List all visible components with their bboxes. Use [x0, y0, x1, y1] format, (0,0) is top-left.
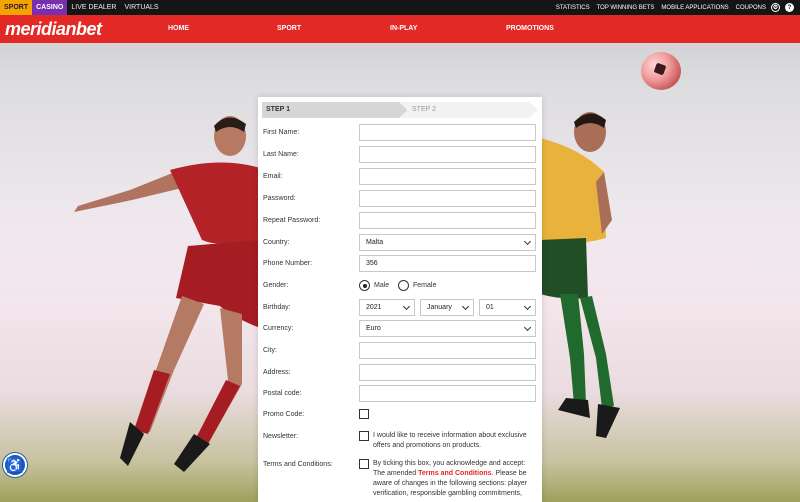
chevron-down-icon — [523, 323, 532, 332]
birthday-day-select[interactable]: 01 — [479, 299, 536, 316]
terms-text: By ticking this box, you acknowledge and… — [373, 459, 539, 499]
nav-in-play[interactable]: IN-PLAY — [390, 15, 417, 43]
tab-virtuals[interactable]: VIRTUALS — [121, 0, 163, 15]
city-input[interactable] — [359, 342, 536, 359]
help-icon[interactable]: ? — [785, 3, 794, 12]
birthday-month-value: January — [427, 304, 452, 311]
link-coupons[interactable]: COUPONS — [736, 5, 766, 11]
postal-code-label: Postal code: — [263, 390, 302, 397]
password-label: Password: — [263, 195, 296, 202]
nav-sport[interactable]: SPORT — [277, 15, 301, 43]
repeat-password-input[interactable] — [359, 212, 536, 229]
password-input[interactable] — [359, 190, 536, 207]
currency-select[interactable]: Euro — [359, 320, 536, 337]
tab-sport[interactable]: SPORT — [0, 0, 33, 15]
chevron-down-icon — [523, 302, 532, 311]
row-birthday: Birthday: 2021 January 01 — [258, 299, 542, 316]
tab-live-dealer[interactable]: LIVE DEALER — [67, 0, 120, 15]
terms-label: Terms and Conditions: — [263, 461, 333, 468]
country-value: Malta — [366, 239, 384, 246]
birthday-year-select[interactable]: 2021 — [359, 299, 415, 316]
row-password: Password: — [258, 190, 542, 207]
newsletter-label: Newsletter: — [263, 433, 299, 440]
newsletter-text: I would like to receive information abou… — [373, 432, 527, 449]
last-name-input[interactable] — [359, 146, 536, 163]
birthday-year-value: 2021 — [366, 304, 382, 311]
phone-label: Phone Number: — [263, 260, 313, 267]
address-label: Address: — [263, 369, 291, 376]
step-2[interactable]: STEP 2 — [399, 102, 538, 118]
country-label: Country: — [263, 239, 290, 246]
email-label: Email: — [263, 173, 283, 180]
link-mobile-applications[interactable]: MOBILE APPLICATIONS — [661, 5, 728, 11]
row-email: Email: — [258, 168, 542, 185]
gender-male-radio[interactable] — [359, 280, 370, 291]
row-city: City: — [258, 342, 542, 359]
row-currency: Currency: Euro — [258, 320, 542, 337]
row-phone: Phone Number: 356 — [258, 255, 542, 272]
birthday-day-value: 01 — [486, 304, 494, 311]
accessibility-icon[interactable]: ♿ — [3, 453, 27, 477]
link-statistics[interactable]: STATISTICS — [556, 5, 590, 11]
player-left-image — [74, 116, 260, 472]
phone-input[interactable]: 356 — [359, 255, 536, 272]
row-gender: Gender: Male Female — [258, 277, 542, 294]
row-country: Country: Malta — [258, 234, 542, 251]
nav-promotions[interactable]: PROMOTIONS — [506, 15, 554, 43]
row-repeat-password: Repeat Password: — [258, 212, 542, 229]
birthday-label: Birthday: — [263, 304, 291, 311]
gender-label: Gender: — [263, 282, 289, 289]
country-select[interactable]: Malta — [359, 234, 536, 251]
birthday-month-select[interactable]: January — [420, 299, 474, 316]
player-right-image — [540, 112, 620, 438]
gender-female-label[interactable]: Female — [413, 277, 436, 294]
row-first-name: First Name: — [258, 124, 542, 141]
newsletter-checkbox[interactable] — [359, 431, 369, 441]
row-newsletter: Newsletter: I would like to receive info… — [258, 428, 542, 454]
row-address: Address: — [258, 364, 542, 381]
football-image — [641, 52, 681, 90]
step-indicator: STEP 1 STEP 2 — [262, 102, 538, 118]
row-terms: Terms and Conditions: By ticking this bo… — [258, 456, 542, 502]
top-links: STATISTICS TOP WINNING BETS MOBILE APPLI… — [549, 3, 800, 12]
main-header: meridianbet HOME SPORT IN-PLAY PROMOTION… — [0, 15, 800, 43]
chevron-down-icon — [461, 302, 470, 311]
chevron-down-icon — [523, 237, 532, 246]
promo-code-checkbox[interactable] — [359, 409, 369, 419]
gear-icon[interactable]: ⚙ — [771, 3, 780, 12]
row-promo-code: Promo Code: — [258, 406, 542, 423]
row-postal-code: Postal code: — [258, 385, 542, 402]
last-name-label: Last Name: — [263, 151, 299, 158]
logo[interactable]: meridianbet — [5, 19, 102, 40]
nav-home[interactable]: HOME — [168, 15, 189, 43]
postal-code-input[interactable] — [359, 385, 536, 402]
first-name-input[interactable] — [359, 124, 536, 141]
currency-label: Currency: — [263, 325, 294, 332]
terms-checkbox[interactable] — [359, 459, 369, 469]
first-name-label: First Name: — [263, 129, 300, 136]
registration-form: STEP 1 STEP 2 First Name: Last Name: Ema… — [258, 97, 542, 502]
city-label: City: — [263, 347, 277, 354]
gender-female-radio[interactable] — [398, 280, 409, 291]
step-1: STEP 1 — [262, 102, 410, 118]
link-top-winning-bets[interactable]: TOP WINNING BETS — [597, 5, 655, 11]
currency-value: Euro — [366, 325, 381, 332]
repeat-password-label: Repeat Password: — [263, 217, 321, 224]
gender-male-label[interactable]: Male — [374, 277, 389, 294]
top-bar: SPORT CASINO LIVE DEALER VIRTUALS STATIS… — [0, 0, 800, 15]
row-last-name: Last Name: — [258, 146, 542, 163]
chevron-down-icon — [402, 302, 411, 311]
terms-link[interactable]: Terms and Conditions — [418, 470, 491, 477]
email-input[interactable] — [359, 168, 536, 185]
address-input[interactable] — [359, 364, 536, 381]
promo-code-label: Promo Code: — [263, 411, 305, 418]
tab-casino[interactable]: CASINO — [32, 0, 68, 15]
